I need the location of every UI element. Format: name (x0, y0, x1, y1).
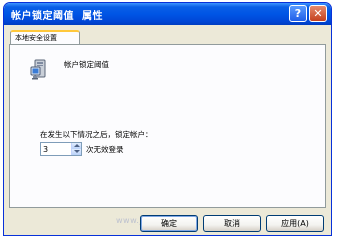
lockout-threshold-value[interactable]: 3 (43, 144, 48, 155)
threshold-unit-label: 次无效登录 (86, 145, 124, 154)
tab-panel (9, 44, 326, 208)
lockout-description: 在发生以下情况之后，锁定帐户： (40, 130, 153, 139)
cancel-button-label: 取消 (224, 219, 240, 228)
title-bar[interactable]: 帐户锁定阈值 属性 ? ✕ (4, 3, 331, 25)
properties-dialog: 帐户锁定阈值 属性 ? ✕ 本地安全设置 帐户锁定阈值 在发生以下情况之后，锁定帐… (3, 2, 332, 236)
tab-label: 本地安全设置 (15, 34, 57, 42)
window-title: 帐户锁定阈值 属性 (11, 7, 103, 22)
policy-name: 帐户锁定阈值 (64, 60, 109, 69)
lockout-threshold-stepper[interactable]: 3 (40, 142, 82, 156)
window-title-suffix: 属性 (82, 11, 103, 22)
apply-button-label: 应用(A) (281, 219, 309, 228)
ok-button[interactable]: 确定 (140, 215, 198, 232)
cancel-button[interactable]: 取消 (203, 215, 261, 232)
spin-down-arrow-icon[interactable] (71, 149, 81, 155)
close-button[interactable]: ✕ (309, 5, 327, 22)
tab-local-security-setting[interactable]: 本地安全设置 (10, 30, 80, 44)
ok-button-label: 确定 (161, 219, 177, 228)
help-icon: ? (294, 7, 302, 20)
help-button[interactable]: ? (289, 5, 307, 22)
policy-computer-icon (30, 59, 46, 80)
window-title-text: 帐户锁定阈值 (11, 11, 74, 22)
close-icon: ✕ (313, 7, 323, 20)
apply-button[interactable]: 应用(A) (266, 215, 324, 232)
